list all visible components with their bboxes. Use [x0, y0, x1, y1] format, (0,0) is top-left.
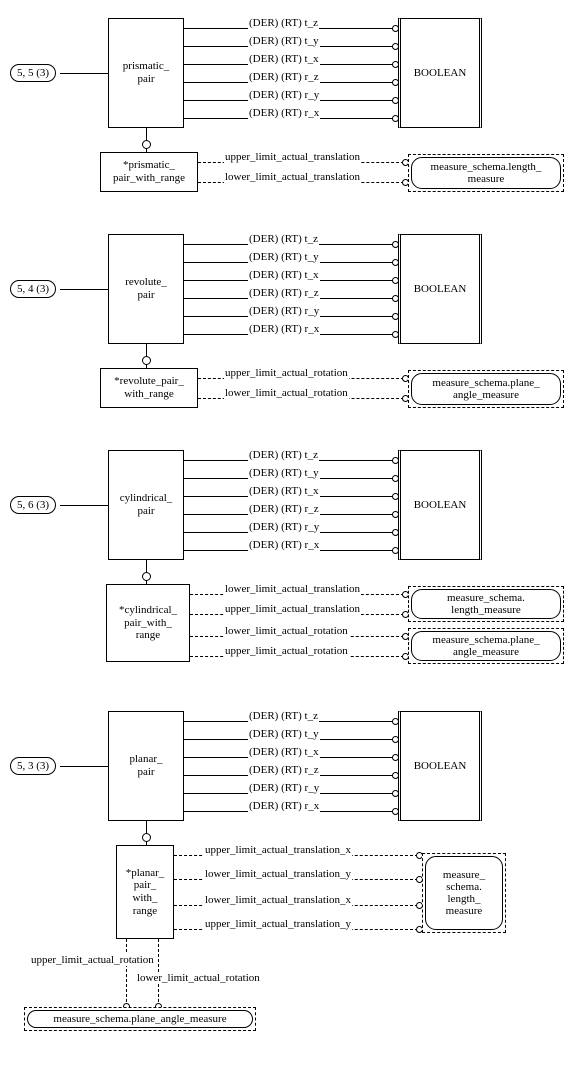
attr-label: lower_limit_actual_translation: [224, 171, 361, 183]
attr-label: (DER) (RT) t_x: [248, 485, 320, 497]
pageref-revolute: 5, 4 (3): [10, 280, 56, 298]
attr-label: (DER) (RT) t_y: [248, 728, 320, 740]
type-boolean: BOOLEAN: [398, 711, 482, 821]
attr-label: (DER) (RT) r_z: [248, 764, 320, 776]
attr-label: (DER) (RT) t_z: [248, 17, 319, 29]
type-length-measure: measure_schema. length_measure: [408, 586, 564, 622]
attr-label: (DER) (RT) r_y: [248, 521, 320, 533]
entity-revolute-range: *revolute_pair_ with_range: [100, 368, 198, 408]
attr-label: (DER) (RT) r_z: [248, 503, 320, 515]
attr-label: upper_limit_actual_translation_y: [204, 918, 352, 930]
pageref-planar: 5, 3 (3): [10, 757, 56, 775]
attr-label: (DER) (RT) t_y: [248, 35, 320, 47]
attr-label: (DER) (RT) t_y: [248, 467, 320, 479]
attr-label: (DER) (RT) r_y: [248, 782, 320, 794]
attr-label: upper_limit_actual_rotation: [224, 645, 349, 657]
attr-label: upper_limit_actual_translation: [224, 603, 361, 615]
attr-label: (DER) (RT) t_x: [248, 746, 320, 758]
attr-label: lower_limit_actual_rotation: [224, 387, 349, 399]
attr-label: lower_limit_actual_translation_y: [204, 868, 352, 880]
attr-label: (DER) (RT) r_x: [248, 800, 320, 812]
attr-label: (DER) (RT) t_x: [248, 53, 320, 65]
attr-label: lower_limit_actual_rotation: [224, 625, 349, 637]
pageref-cylindrical: 5, 6 (3): [10, 496, 56, 514]
type-plane-angle-measure: measure_schema.plane_ angle_measure: [408, 370, 564, 408]
attr-label: lower_limit_actual_rotation: [136, 972, 261, 984]
attr-label: (DER) (RT) r_z: [248, 287, 320, 299]
attr-label: (DER) (RT) t_z: [248, 710, 319, 722]
attr-label: (DER) (RT) r_x: [248, 107, 320, 119]
attr-label: (DER) (RT) r_z: [248, 71, 320, 83]
attr-label: (DER) (RT) t_x: [248, 269, 320, 281]
section-cylindrical: 5, 6 (3) cylindrical_ pair (DER) (RT) t_…: [8, 446, 580, 681]
entity-prismatic-pair: prismatic_ pair: [108, 18, 184, 128]
attr-label: (DER) (RT) r_x: [248, 323, 320, 335]
entity-cylindrical-range: *cylindrical_ pair_with_ range: [106, 584, 190, 662]
type-length-measure: measure_ schema. length_ measure: [422, 853, 506, 933]
type-boolean: BOOLEAN: [398, 18, 482, 128]
attr-label: upper_limit_actual_translation_x: [204, 844, 352, 856]
entity-cylindrical-pair: cylindrical_ pair: [108, 450, 184, 560]
type-boolean: BOOLEAN: [398, 450, 482, 560]
attr-label: (DER) (RT) r_x: [248, 539, 320, 551]
attr-label: upper_limit_actual_translation: [224, 151, 361, 163]
attr-label: upper_limit_actual_rotation: [224, 367, 349, 379]
attr-label: lower_limit_actual_translation_x: [204, 894, 352, 906]
type-boolean: BOOLEAN: [398, 234, 482, 344]
entity-prismatic-range: *prismatic_ pair_with_range: [100, 152, 198, 192]
pageref-prismatic: 5, 5 (3): [10, 64, 56, 82]
attr-label: (DER) (RT) t_z: [248, 233, 319, 245]
section-planar: 5, 3 (3) planar_ pair (DER) (RT) t_z (DE…: [8, 707, 580, 1027]
entity-revolute-pair: revolute_ pair: [108, 234, 184, 344]
attr-label: (DER) (RT) t_y: [248, 251, 320, 263]
type-length-measure: measure_schema.length_ measure: [408, 154, 564, 192]
attr-label: (DER) (RT) r_y: [248, 305, 320, 317]
attr-label: (DER) (RT) r_y: [248, 89, 320, 101]
attr-label: lower_limit_actual_translation: [224, 583, 361, 595]
entity-planar-range: *planar_ pair_ with_ range: [116, 845, 174, 939]
type-plane-angle-measure: measure_schema.plane_ angle_measure: [408, 628, 564, 664]
section-revolute: 5, 4 (3) revolute_ pair (DER) (RT) t_z (…: [8, 230, 580, 420]
attr-label: upper_limit_actual_rotation: [30, 954, 155, 966]
entity-planar-pair: planar_ pair: [108, 711, 184, 821]
section-prismatic: 5, 5 (3) prismatic_ pair (DER) (RT) t_z …: [8, 14, 580, 204]
attr-label: (DER) (RT) t_z: [248, 449, 319, 461]
type-plane-angle-measure: measure_schema.plane_angle_measure: [24, 1007, 256, 1031]
